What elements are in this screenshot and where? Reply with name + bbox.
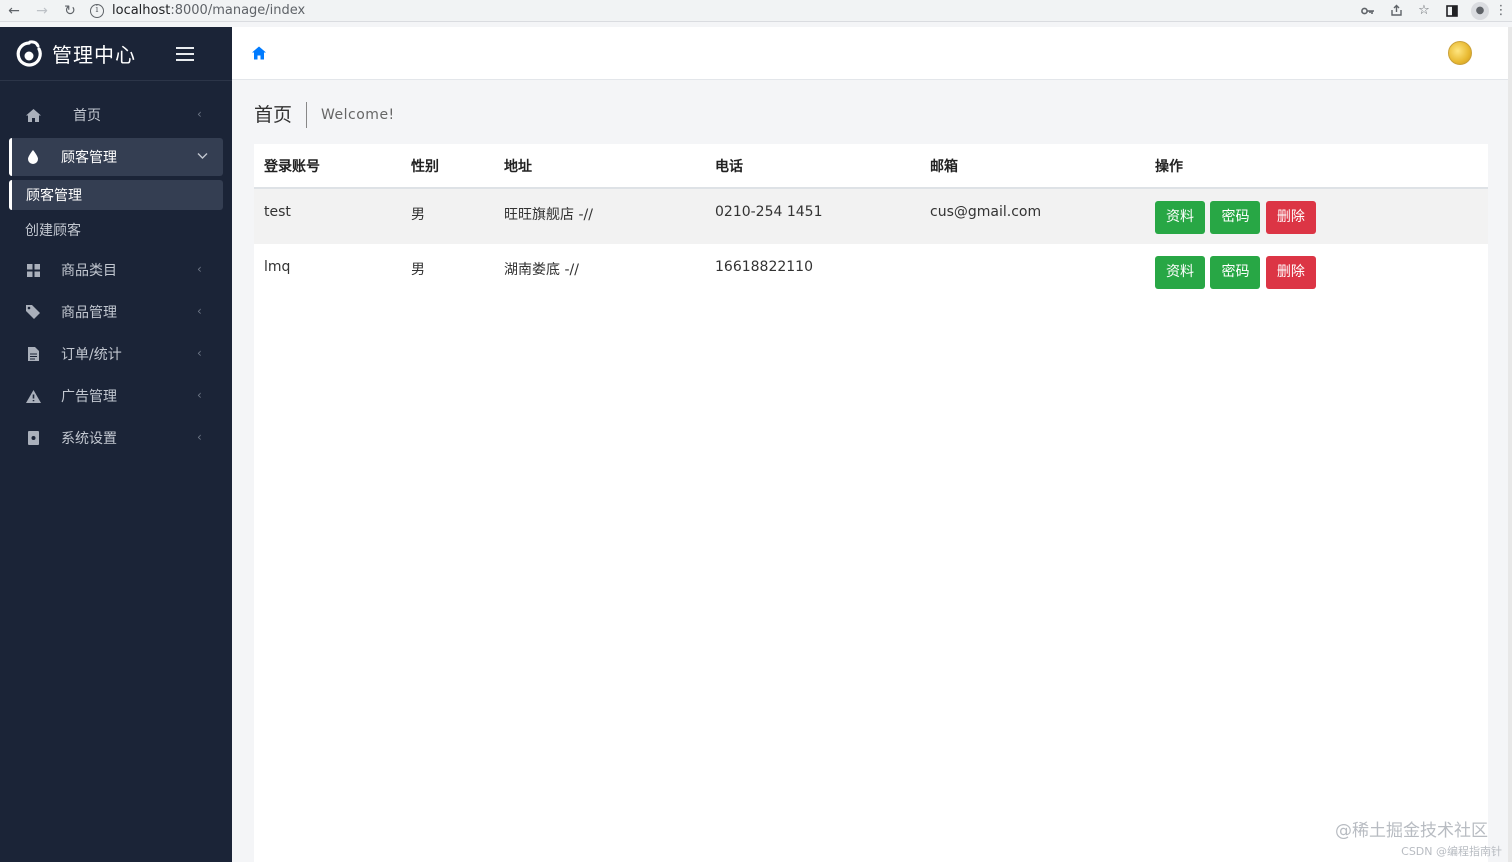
cell-address: 旺旺旗舰店 -// — [494, 188, 705, 244]
delete-button[interactable]: 删除 — [1265, 201, 1316, 234]
sidebar-item-label: 系统设置 — [61, 431, 117, 447]
page-scrollbar[interactable] — [1508, 27, 1512, 862]
brand[interactable]: 管理中心 — [0, 27, 232, 81]
user-avatar[interactable] — [1448, 41, 1472, 65]
grid-icon — [25, 262, 41, 278]
sidebar-item-orders[interactable]: 订单/统计 ‹ — [9, 335, 223, 373]
page-title: 首页 — [254, 102, 308, 128]
chevron-left-icon: ‹ — [197, 262, 202, 276]
password-button[interactable]: 密码 — [1210, 256, 1261, 289]
sidebar-item-customers[interactable]: 顾客管理 — [9, 138, 223, 176]
sidebar-item-label: 商品管理 — [61, 305, 117, 321]
top-navbar — [232, 27, 1512, 80]
chevron-left-icon: ‹ — [197, 346, 202, 360]
home-icon[interactable] — [252, 46, 266, 60]
sidebar-item-products[interactable]: 商品管理 ‹ — [9, 293, 223, 331]
cell-phone: 0210-254 1451 — [705, 188, 920, 244]
star-icon[interactable]: ☆ — [1410, 0, 1438, 22]
delete-button[interactable]: 删除 — [1265, 256, 1316, 289]
logo-icon — [16, 39, 42, 67]
sidebar-item-label: 广告管理 — [61, 389, 117, 405]
page-subtitle: Welcome! — [321, 107, 395, 123]
column-header-email: 邮箱 — [920, 144, 1145, 189]
cell-email: cus@gmail.com — [920, 188, 1145, 244]
sidebar-item-home[interactable]: 首页 ‹ — [9, 96, 223, 134]
menu-toggle-icon[interactable] — [176, 46, 194, 61]
sidebar-item-label: 首页 — [73, 108, 101, 124]
sidebar-subitem-create-customer[interactable]: 创建顾客 — [9, 215, 223, 245]
column-header-account: 登录账号 — [254, 144, 401, 189]
customer-table: 登录账号 性别 地址 电话 邮箱 操作 test 男 旺旺旗舰店 -// 021… — [254, 144, 1488, 300]
content-header: 首页 Welcome! — [254, 100, 395, 130]
cell-gender: 男 — [411, 262, 425, 278]
reload-icon[interactable]: ↻ — [56, 0, 84, 22]
url-path: :8000/manage/index — [170, 3, 306, 18]
cell-gender: 男 — [401, 188, 494, 244]
sidepanel-icon[interactable] — [1438, 0, 1466, 22]
cell-address: 湖南娄底 -// — [504, 262, 579, 278]
customers-submenu: 顾客管理 创建顾客 — [9, 180, 223, 245]
home-icon — [25, 107, 41, 123]
table-row: lmq 男 湖南娄底 -// 16618822110 资料 密码 删除 — [254, 244, 1488, 300]
profile-icon[interactable]: ● — [1466, 0, 1494, 22]
column-header-actions: 操作 — [1145, 144, 1488, 189]
table-header-row: 登录账号 性别 地址 电话 邮箱 操作 — [254, 144, 1488, 189]
customer-table-card: 登录账号 性别 地址 电话 邮箱 操作 test 男 旺旺旗舰店 -// 021… — [254, 144, 1488, 862]
table-row: test 男 旺旺旗舰店 -// 0210-254 1451 cus@gmail… — [254, 188, 1488, 244]
document-icon — [25, 346, 41, 362]
more-icon[interactable]: ⋮ — [1494, 0, 1508, 22]
column-header-phone: 电话 — [705, 144, 920, 189]
warning-icon — [25, 388, 41, 404]
brand-title: 管理中心 — [52, 43, 136, 67]
chevron-left-icon: ‹ — [197, 430, 202, 444]
forward-icon[interactable]: → — [28, 0, 56, 22]
column-header-address: 地址 — [494, 144, 705, 189]
tag-icon — [25, 304, 41, 320]
share-icon[interactable] — [1382, 0, 1410, 22]
back-icon[interactable]: ← — [0, 0, 28, 22]
key-icon[interactable] — [1354, 0, 1382, 22]
sidebar-menu: 首页 ‹ 顾客管理 顾客管理 创建顾客 商品类目 ‹ 商品管理 ‹ 订单/统计 … — [0, 81, 232, 457]
profile-button[interactable]: 资料 — [1155, 201, 1205, 234]
drop-icon — [25, 149, 41, 165]
sidebar-item-categories[interactable]: 商品类目 ‹ — [9, 251, 223, 289]
column-header-gender: 性别 — [401, 144, 494, 189]
cell-account: test — [254, 188, 401, 244]
cell-phone: 16618822110 — [715, 259, 813, 275]
sidebar-item-label: 订单/统计 — [61, 347, 122, 363]
chevron-left-icon: ‹ — [197, 304, 202, 318]
cell-actions: 资料 密码 删除 — [1145, 188, 1488, 244]
url-host: localhost — [112, 3, 171, 18]
browser-toolbar: ← → ↻ i localhost:8000/manage/index ☆ ● … — [0, 0, 1512, 22]
watermark: @稀土掘金技术社区 — [1335, 821, 1488, 841]
sidebar-item-label: 商品类目 — [61, 263, 117, 279]
sidebar-subitem-customer-manage[interactable]: 顾客管理 — [9, 180, 223, 210]
cell-account: lmq — [264, 259, 291, 275]
profile-button[interactable]: 资料 — [1155, 256, 1205, 289]
sidebar-item-label: 顾客管理 — [61, 150, 117, 166]
password-button[interactable]: 密码 — [1210, 201, 1261, 234]
info-icon[interactable]: i — [90, 3, 104, 18]
address-bar[interactable]: i localhost:8000/manage/index — [84, 0, 1354, 22]
cell-actions: 资料 密码 删除 — [1145, 244, 1488, 300]
sidebar-item-ads[interactable]: 广告管理 ‹ — [9, 377, 223, 415]
chevron-left-icon: ‹ — [197, 388, 202, 402]
chevron-left-icon: ‹ — [197, 107, 202, 121]
sidebar-item-settings[interactable]: 系统设置 ‹ — [9, 419, 223, 457]
chevron-down-icon — [197, 150, 209, 162]
sidebar: 管理中心 首页 ‹ 顾客管理 顾客管理 创建顾客 商品类目 ‹ 商品管理 ‹ 订… — [0, 27, 232, 862]
book-icon — [25, 430, 41, 446]
watermark-sub: CSDN @编程指南针 — [1401, 845, 1502, 858]
cell-email — [920, 244, 1145, 300]
